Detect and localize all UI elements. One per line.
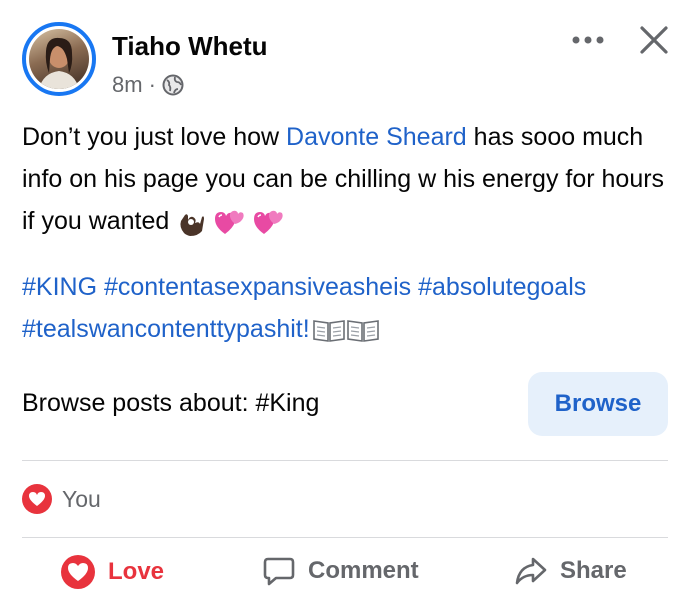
love-icon [61, 555, 95, 589]
love-reaction-icon [22, 484, 52, 514]
share-button[interactable]: Share [514, 554, 627, 588]
post-actions: Love Comment Share [0, 548, 691, 600]
post-body: Don’t you just love how Davonte Sheard h… [22, 116, 672, 242]
love-label: Love [108, 558, 165, 585]
hashtag-teal[interactable]: #tealswancontenttypashit! [22, 315, 310, 343]
comment-button[interactable]: Comment [262, 554, 419, 588]
close-button[interactable] [636, 22, 672, 58]
ok-hand-emoji [180, 214, 205, 237]
avatar[interactable] [22, 22, 96, 96]
hashtags: #KING #contentasexpansiveasheis #absolut… [22, 266, 682, 350]
reaction-names: You [62, 485, 101, 512]
divider [22, 460, 668, 461]
book-emoji [346, 320, 379, 343]
share-icon [515, 557, 547, 585]
more-icon [572, 36, 604, 44]
share-label: Share [560, 557, 627, 584]
browse-button[interactable]: Browse [528, 372, 668, 436]
mention-link[interactable]: Davonte Sheard [286, 123, 467, 151]
avatar-figure [39, 37, 79, 89]
more-options-button[interactable] [570, 28, 606, 52]
meta-separator: · [148, 72, 156, 97]
hashtag-line-1[interactable]: #KING #contentasexpansiveasheis #absolut… [22, 266, 682, 308]
book-emoji [312, 320, 345, 343]
author-name[interactable]: Tiaho Whetu [112, 31, 268, 62]
love-button[interactable]: Love [60, 554, 164, 590]
hashtag-line-2: #tealswancontenttypashit! [22, 308, 682, 350]
comment-label: Comment [308, 557, 419, 584]
post-time[interactable]: 8m [112, 72, 143, 98]
divider [22, 537, 668, 538]
close-icon [640, 26, 668, 54]
heart-emoji [215, 211, 244, 235]
globe-icon [162, 74, 184, 96]
reaction-summary[interactable]: You [22, 484, 101, 514]
post-text-start: Don’t you just love how [22, 123, 287, 151]
comment-icon [263, 557, 295, 586]
post-header: Tiaho Whetu 8m · [0, 0, 691, 110]
avatar-photo [29, 29, 89, 89]
browse-label: Browse posts about: #King [22, 389, 320, 417]
post-meta: 8m · [112, 72, 184, 98]
heart-emoji [254, 211, 283, 235]
